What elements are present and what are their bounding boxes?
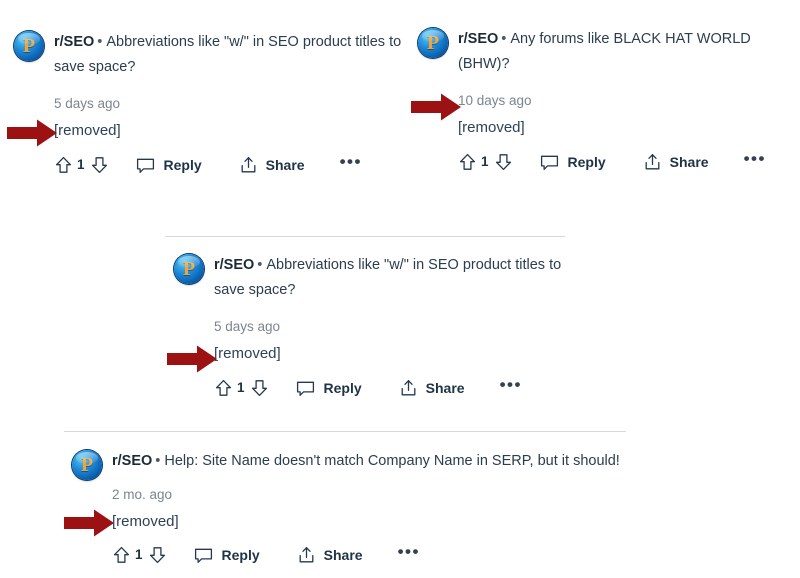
subreddit-link[interactable]: r/SEO xyxy=(214,257,254,273)
upvote-button[interactable] xyxy=(55,156,72,174)
post-timestamp: 5 days ago xyxy=(54,96,121,111)
share-label: Share xyxy=(425,380,465,396)
post-header-text: r/SEO • Abbreviations like "w/" in SEO pro… xyxy=(54,30,409,80)
overflow-menu-icon[interactable]: ••• xyxy=(500,376,522,396)
share-label: Share xyxy=(669,154,709,170)
speech-bubble-icon xyxy=(540,154,559,171)
post-timestamp: 5 days ago xyxy=(214,319,281,334)
overflow-menu-icon[interactable]: ••• xyxy=(340,153,362,173)
separator-dot: • xyxy=(257,257,263,273)
red-pointer-arrow-icon xyxy=(166,344,218,374)
vote-count: 1 xyxy=(77,157,85,172)
separator-dot: • xyxy=(501,31,507,47)
share-arrow-icon xyxy=(644,153,661,171)
avatar-glyph: P xyxy=(22,35,36,57)
post-header: P r/SEO • Abbreviations like "w/" in SEO p… xyxy=(14,30,409,80)
post-card-top-left[interactable]: P r/SEO • Abbreviations like "w/" in SEO p… xyxy=(14,30,409,176)
reply-button[interactable]: Reply xyxy=(540,151,606,173)
post-body-removed: [removed] xyxy=(458,119,525,136)
reddit-avatar-icon[interactable]: P xyxy=(418,28,448,58)
upvote-button[interactable] xyxy=(459,153,476,171)
post-timestamp: 2 mo. ago xyxy=(112,487,173,502)
post-body-removed: [removed] xyxy=(112,513,179,530)
vote-count: 1 xyxy=(481,154,489,169)
upvote-button[interactable] xyxy=(215,379,232,397)
post-action-bar: 1 Reply Share ••• xyxy=(215,376,574,399)
share-arrow-icon xyxy=(298,546,315,564)
share-button[interactable]: Share xyxy=(644,151,709,173)
avatar-glyph: P xyxy=(426,32,440,54)
separator-dot: • xyxy=(155,453,161,469)
separator-dot: • xyxy=(97,34,103,50)
post-body-removed: [removed] xyxy=(54,122,121,139)
overflow-menu-icon[interactable]: ••• xyxy=(744,150,766,170)
post-title[interactable]: Abbreviations like "w/" in SEO product t… xyxy=(54,34,401,75)
post-title[interactable]: Abbreviations like "w/" in SEO product t… xyxy=(214,257,561,298)
avatar-glyph: P xyxy=(80,454,94,476)
post-header: P r/SEO • Help: Site Name doesn't match Co… xyxy=(72,449,692,480)
reddit-avatar-icon[interactable]: P xyxy=(174,254,204,284)
share-label: Share xyxy=(265,157,305,173)
reddit-avatar-icon[interactable]: P xyxy=(72,450,102,480)
red-pointer-arrow-icon xyxy=(63,508,115,538)
reply-label: Reply xyxy=(163,157,202,173)
avatar-glyph: P xyxy=(182,258,196,280)
subreddit-link[interactable]: r/SEO xyxy=(112,453,152,469)
red-pointer-arrow-icon xyxy=(410,92,462,122)
post-title[interactable]: Help: Site Name doesn't match Company Na… xyxy=(164,453,619,469)
speech-bubble-icon xyxy=(194,547,213,564)
share-button[interactable]: Share xyxy=(298,544,363,566)
reply-label: Reply xyxy=(323,380,362,396)
share-button[interactable]: Share xyxy=(400,377,465,399)
downvote-button[interactable] xyxy=(149,546,166,564)
vote-count: 1 xyxy=(237,380,245,395)
reply-button[interactable]: Reply xyxy=(136,154,202,176)
share-button[interactable]: Share xyxy=(240,154,305,176)
section-divider xyxy=(165,236,565,237)
reply-button[interactable]: Reply xyxy=(194,544,260,566)
post-header: P r/SEO • Abbreviations like "w/" in SEO p… xyxy=(174,253,574,303)
post-action-bar: 1 Reply Share ••• xyxy=(459,150,800,173)
post-body-removed: [removed] xyxy=(214,345,281,362)
red-pointer-arrow-icon xyxy=(6,118,58,148)
post-header: P r/SEO • Any forums like BLACK HAT WORLD … xyxy=(418,27,800,77)
share-arrow-icon xyxy=(400,379,417,397)
subreddit-link[interactable]: r/SEO xyxy=(458,31,498,47)
post-action-bar: 1 Reply Share ••• xyxy=(113,543,692,566)
upvote-button[interactable] xyxy=(113,546,130,564)
section-divider xyxy=(64,431,626,432)
downvote-button[interactable] xyxy=(251,379,268,397)
speech-bubble-icon xyxy=(296,380,315,397)
post-card-bottom[interactable]: P r/SEO • Help: Site Name doesn't match Co… xyxy=(72,449,692,566)
post-action-bar: 1 Reply Share ••• xyxy=(55,153,409,176)
post-card-top-right[interactable]: P r/SEO • Any forums like BLACK HAT WORLD … xyxy=(418,27,800,173)
share-label: Share xyxy=(323,547,363,563)
reply-label: Reply xyxy=(221,547,260,563)
overflow-menu-icon[interactable]: ••• xyxy=(398,543,420,563)
reply-button[interactable]: Reply xyxy=(296,377,362,399)
vote-count: 1 xyxy=(135,547,143,562)
post-header-text: r/SEO • Any forums like BLACK HAT WORLD (B… xyxy=(458,27,800,77)
reply-label: Reply xyxy=(567,154,606,170)
downvote-button[interactable] xyxy=(495,153,512,171)
post-timestamp: 10 days ago xyxy=(458,93,532,108)
speech-bubble-icon xyxy=(136,157,155,174)
post-header-text: r/SEO • Help: Site Name doesn't match Comp… xyxy=(112,449,620,474)
reddit-avatar-icon[interactable]: P xyxy=(14,31,44,61)
share-arrow-icon xyxy=(240,156,257,174)
downvote-button[interactable] xyxy=(91,156,108,174)
post-header-text: r/SEO • Abbreviations like "w/" in SEO pro… xyxy=(214,253,574,303)
post-card-middle[interactable]: P r/SEO • Abbreviations like "w/" in SEO p… xyxy=(174,253,574,399)
subreddit-link[interactable]: r/SEO xyxy=(54,34,94,50)
